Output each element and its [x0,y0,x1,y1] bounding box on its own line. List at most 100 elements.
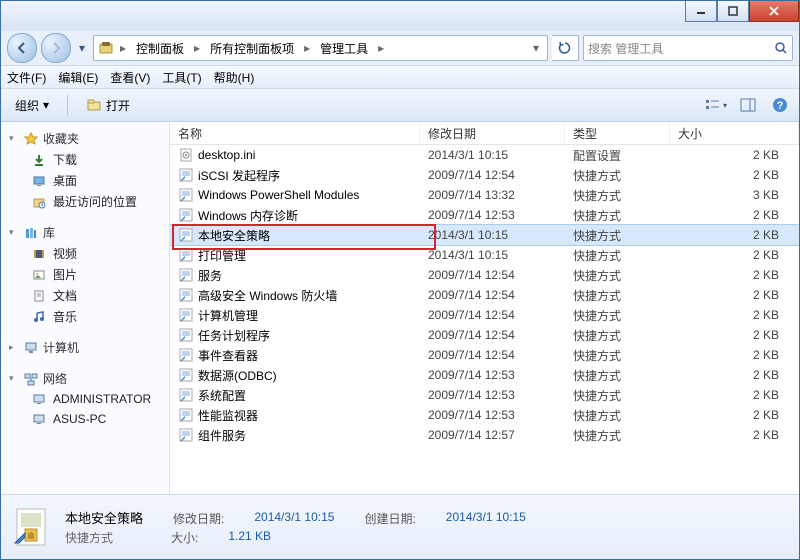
pc-icon [31,391,47,407]
nav-item[interactable]: ASUS-PC [1,409,169,429]
file-row[interactable]: 任务计划程序2009/7/14 12:54快捷方式2 KB [170,325,799,345]
cell-name: iSCSI 发起程序 [170,167,420,184]
cell-size: 2 KB [670,308,799,322]
nav-item[interactable]: 视频 [1,243,169,264]
star-icon [23,131,39,147]
maximize-button[interactable] [717,1,749,22]
chevron-down-icon: ▾ [43,98,49,112]
cell-date: 2009/7/14 12:54 [420,348,565,362]
open-button[interactable]: 打开 [80,95,136,116]
menu-bar: 文件(F) 编辑(E) 查看(V) 工具(T) 帮助(H) [1,65,799,89]
shortcut-icon [178,227,194,243]
view-options-button[interactable]: ▾ [705,94,727,116]
file-name: 打印管理 [198,247,246,264]
file-name: 性能监视器 [198,407,258,424]
cell-date: 2009/7/14 12:53 [420,408,565,422]
nav-item[interactable]: 桌面 [1,170,169,191]
cell-name: Windows 内存诊断 [170,207,420,224]
nav-item-label: 桌面 [53,172,77,189]
nav-item[interactable]: ADMINISTRATOR [1,389,169,409]
breadcrumb-dropdown[interactable]: ▾ [529,41,543,55]
menu-tools[interactable]: 工具(T) [162,69,201,86]
breadcrumb[interactable]: ▸ 控制面板 ▸ 所有控制面板项 ▸ 管理工具 ▸ ▾ [93,35,548,61]
menu-view[interactable]: 查看(V) [110,69,150,86]
file-row[interactable]: iSCSI 发起程序2009/7/14 12:54快捷方式2 KB [170,165,799,185]
cell-name: 任务计划程序 [170,327,420,344]
nav-header-network[interactable]: ▾网络 [1,368,169,389]
file-row[interactable]: 服务2009/7/14 12:54快捷方式2 KB [170,265,799,285]
chevron-right-icon: ▸ [190,41,204,55]
nav-item-label: 图片 [53,266,77,283]
history-dropdown[interactable]: ▾ [75,38,89,58]
cell-name: 服务 [170,267,420,284]
preview-pane-button[interactable] [737,94,759,116]
cell-type: 快捷方式 [565,427,670,444]
cell-type: 快捷方式 [565,247,670,264]
column-type[interactable]: 类型 [565,122,670,144]
file-row[interactable]: 事件查看器2009/7/14 12:54快捷方式2 KB [170,345,799,365]
file-row[interactable]: 打印管理2014/3/1 10:15快捷方式2 KB [170,245,799,265]
chevron-down-icon: ▾ [9,227,19,238]
column-date[interactable]: 修改日期 [420,122,565,144]
help-button[interactable]: ? [769,94,791,116]
file-row[interactable]: 性能监视器2009/7/14 12:53快捷方式2 KB [170,405,799,425]
cell-name: 本地安全策略 [170,227,420,244]
nav-header-favorites[interactable]: ▾收藏夹 [1,128,169,149]
menu-help[interactable]: 帮助(H) [214,69,255,86]
nav-item[interactable]: 音乐 [1,306,169,327]
forward-button[interactable] [41,33,71,63]
close-button[interactable] [749,1,799,22]
chevron-down-icon: ▾ [9,373,19,384]
file-row[interactable]: desktop.ini2014/3/1 10:15配置设置2 KB [170,145,799,165]
file-row[interactable]: Windows 内存诊断2009/7/14 12:53快捷方式2 KB [170,205,799,225]
tools-icon [98,40,114,56]
shortcut-large-icon [11,505,55,549]
shortcut-icon [178,247,194,263]
file-row[interactable]: 高级安全 Windows 防火墙2009/7/14 12:54快捷方式2 KB [170,285,799,305]
file-name: 数据源(ODBC) [198,367,277,384]
breadcrumb-item[interactable]: 管理工具 [316,40,372,57]
navigation-pane: ▾收藏夹 下载桌面最近访问的位置 ▾库 视频图片文档音乐 ▸计算机 ▾网络 AD… [1,122,170,494]
column-name[interactable]: 名称 [170,122,420,144]
nav-item[interactable]: 最近访问的位置 [1,191,169,212]
back-button[interactable] [7,33,37,63]
file-name: desktop.ini [198,148,255,162]
file-row[interactable]: 计算机管理2009/7/14 12:54快捷方式2 KB [170,305,799,325]
minimize-button[interactable] [685,1,717,22]
search-input[interactable]: 搜索 管理工具 [583,35,793,61]
nav-header-libraries[interactable]: ▾库 [1,222,169,243]
refresh-button[interactable] [552,35,579,61]
cell-date: 2009/7/14 12:53 [420,368,565,382]
file-row[interactable]: Windows PowerShell Modules2009/7/14 13:3… [170,185,799,205]
documents-icon [31,288,47,304]
file-row[interactable]: 数据源(ODBC)2009/7/14 12:53快捷方式2 KB [170,365,799,385]
shortcut-icon [178,287,194,303]
organize-button[interactable]: 组织 ▾ [9,95,55,116]
chevron-right-icon: ▸ [116,41,130,55]
cell-size: 2 KB [670,248,799,262]
file-list[interactable]: desktop.ini2014/3/1 10:15配置设置2 KBiSCSI 发… [170,145,799,494]
cell-date: 2009/7/14 12:54 [420,308,565,322]
file-row[interactable]: 组件服务2009/7/14 12:57快捷方式2 KB [170,425,799,445]
details-text: 本地安全策略 修改日期: 2014/3/1 10:15 创建日期: 2014/3… [65,508,526,546]
cell-date: 2009/7/14 12:53 [420,388,565,402]
menu-edit[interactable]: 编辑(E) [58,69,98,86]
titlebar[interactable] [1,1,799,31]
music-icon [31,309,47,325]
column-size[interactable]: 大小 [670,122,799,144]
breadcrumb-item[interactable]: 控制面板 [132,40,188,57]
details-subtitle: 快捷方式 [65,529,113,546]
file-name: iSCSI 发起程序 [198,167,280,184]
computer-icon [23,340,39,356]
nav-item[interactable]: 图片 [1,264,169,285]
nav-item[interactable]: 文档 [1,285,169,306]
file-row[interactable]: 本地安全策略2014/3/1 10:15快捷方式2 KB [170,225,799,245]
menu-file[interactable]: 文件(F) [7,69,46,86]
network-icon [23,371,39,387]
details-pane: 本地安全策略 修改日期: 2014/3/1 10:15 创建日期: 2014/3… [1,494,799,559]
file-row[interactable]: 系统配置2009/7/14 12:53快捷方式2 KB [170,385,799,405]
nav-header-computer[interactable]: ▸计算机 [1,337,169,358]
breadcrumb-item[interactable]: 所有控制面板项 [206,40,298,57]
nav-item[interactable]: 下载 [1,149,169,170]
shortcut-icon [178,367,194,383]
